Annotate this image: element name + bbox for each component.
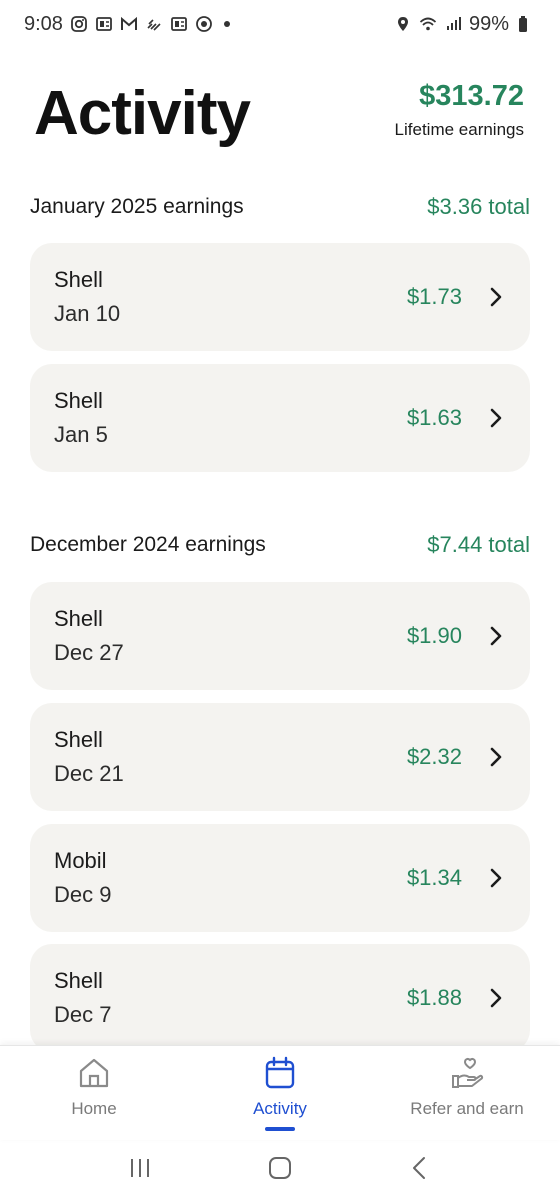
earning-card[interactable]: Shell Dec 21 $2.32 <box>30 703 530 811</box>
section-title: January 2025 earnings <box>30 195 244 218</box>
gmail-icon <box>120 15 138 33</box>
card-merchant: Shell <box>54 606 103 631</box>
cell-signal-icon <box>444 15 462 33</box>
card-date: Dec 9 <box>54 882 112 907</box>
card-amount: $1.73 <box>406 284 462 309</box>
card-amount: $2.32 <box>406 744 462 769</box>
hand-heart-icon <box>450 1056 484 1095</box>
page-title: Activity <box>34 79 251 148</box>
settings-app-icon <box>195 15 213 33</box>
wifi-icon <box>419 15 437 33</box>
location-icon <box>394 15 412 33</box>
card-merchant: Shell <box>54 388 103 413</box>
home-icon <box>77 1056 111 1095</box>
signal-app-icon <box>145 15 163 33</box>
card-date: Dec 7 <box>54 1002 112 1027</box>
card-text: Shell Jan 5 <box>54 388 407 448</box>
card-text: Shell Jan 10 <box>54 267 407 327</box>
calendar-icon <box>263 1056 297 1095</box>
card-text: Shell Dec 21 <box>54 727 407 787</box>
nav-label-refer: Refer and earn <box>410 1099 524 1118</box>
card-merchant: Shell <box>54 727 103 752</box>
notification-dot <box>223 21 230 27</box>
card-date: Jan 10 <box>54 301 121 326</box>
active-tab-indicator <box>265 1127 295 1131</box>
lifetime-earnings-amount: $313.72 <box>419 80 524 112</box>
battery-icon <box>516 15 534 33</box>
home-button-icon[interactable] <box>266 1154 294 1187</box>
card-date: Dec 27 <box>54 640 124 665</box>
instagram-icon <box>70 15 88 33</box>
earning-card[interactable]: Shell Jan 5 $1.63 <box>30 364 530 472</box>
battery-percent: 99% <box>468 12 509 35</box>
nav-item-home[interactable]: Home <box>60 1056 128 1119</box>
card-text: Mobil Dec 9 <box>54 848 407 908</box>
chevron-right-icon <box>486 285 506 309</box>
news-icon <box>170 15 188 33</box>
section-title: December 2024 earnings <box>30 533 266 556</box>
earning-card[interactable]: Shell Dec 7 $1.88 <box>30 944 530 1052</box>
back-icon[interactable] <box>406 1154 434 1187</box>
earning-card[interactable]: Shell Jan 10 $1.73 <box>30 243 530 351</box>
bottom-nav: Home Activity Refer and earn <box>0 1045 560 1140</box>
card-amount: $1.63 <box>406 405 462 430</box>
card-text: Shell Dec 27 <box>54 606 407 666</box>
earning-card[interactable]: Mobil Dec 9 $1.34 <box>30 824 530 932</box>
card-amount: $1.88 <box>406 985 462 1010</box>
card-date: Dec 21 <box>54 761 124 786</box>
card-merchant: Shell <box>54 968 103 993</box>
chevron-right-icon <box>486 745 506 769</box>
nav-item-activity[interactable]: Activity <box>246 1056 314 1119</box>
card-merchant: Shell <box>54 267 103 292</box>
card-text: Shell Dec 7 <box>54 968 407 1028</box>
card-merchant: Mobil <box>54 848 107 873</box>
section-total: $7.44 total <box>427 532 530 557</box>
status-left: 9:08 <box>24 13 230 36</box>
status-time: 9:08 <box>24 12 63 35</box>
chevron-right-icon <box>486 866 506 890</box>
nav-label-home: Home <box>71 1099 117 1118</box>
earning-card[interactable]: Shell Dec 27 $1.90 <box>30 582 530 690</box>
recent-apps-icon[interactable] <box>126 1154 154 1187</box>
news-icon <box>95 15 113 33</box>
card-date: Jan 5 <box>54 422 108 447</box>
system-nav-bar <box>0 1140 560 1200</box>
lifetime-earnings-label: Lifetime earnings <box>394 120 524 139</box>
section-header-january: January 2025 earnings $3.36 total <box>30 194 530 220</box>
card-amount: $1.34 <box>406 865 462 890</box>
status-right: 99% <box>394 13 534 36</box>
nav-label-activity: Activity <box>253 1099 307 1118</box>
status-bar: 9:08 99% <box>0 0 560 48</box>
nav-item-refer[interactable]: Refer and earn <box>404 1056 530 1119</box>
chevron-right-icon <box>486 624 506 648</box>
section-header-december: December 2024 earnings $7.44 total <box>30 532 530 558</box>
section-total: $3.36 total <box>427 194 530 219</box>
card-amount: $1.90 <box>406 623 462 648</box>
chevron-right-icon <box>486 986 506 1010</box>
chevron-right-icon <box>486 406 506 430</box>
